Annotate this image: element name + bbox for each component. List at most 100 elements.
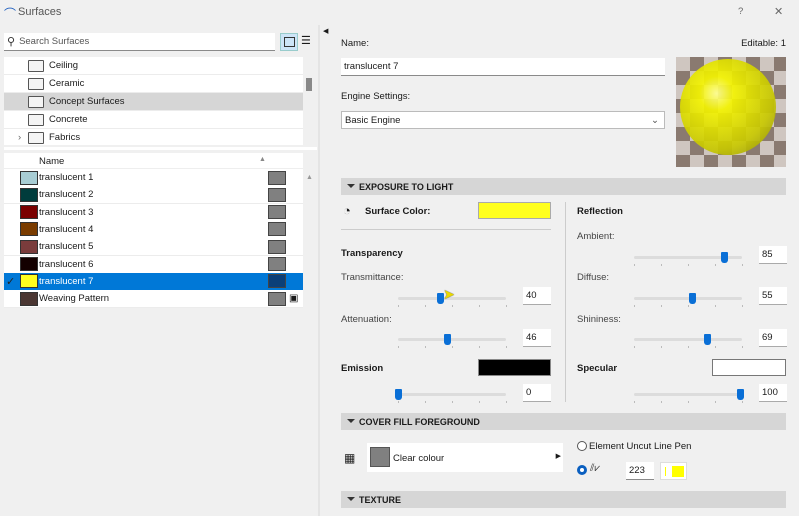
attenuation-label: Attenuation: (341, 314, 392, 325)
check-icon: ✓ (6, 275, 16, 288)
surface-color-label: Surface Color: (365, 206, 431, 217)
shininess-slider[interactable] (634, 334, 743, 350)
fill-swatch (268, 257, 286, 271)
collapse-panel-icon[interactable]: ◀ (323, 27, 328, 35)
scroll-up-icon[interactable]: ▲ (306, 174, 313, 181)
fill-swatch (268, 222, 286, 237)
hatch-pen-icon: ⫽⩗ (590, 463, 601, 474)
ambient-label: Ambient: (577, 231, 615, 242)
section-texture[interactable]: TEXTURE (341, 491, 786, 508)
folder-item-ceiling[interactable]: Ceiling (4, 57, 303, 75)
diffuse-value-input[interactable]: 55 (759, 287, 787, 305)
slider-tick (715, 264, 716, 266)
custom-pen-radio[interactable] (577, 465, 587, 475)
slider-track (398, 393, 506, 396)
table-row[interactable]: translucent 1 (4, 169, 303, 187)
value-text: 46 (526, 332, 537, 343)
tree-scrollbar-thumb[interactable] (306, 78, 312, 91)
attenuation-slider[interactable] (398, 334, 507, 350)
folder-item-ceramic[interactable]: Ceramic (4, 75, 303, 93)
emission-slider[interactable] (395, 389, 507, 405)
divider (341, 229, 551, 230)
sort-ascending-icon[interactable]: ▲ (259, 156, 266, 163)
emission-color-swatch[interactable] (478, 359, 551, 376)
table-row[interactable]: translucent 3 (4, 203, 303, 222)
column-header-name[interactable]: Name (39, 156, 64, 167)
name-input[interactable]: translucent 7 (341, 58, 665, 76)
title-bar: ⌒ Surfaces ? ✕ (0, 0, 799, 25)
value-text: 55 (762, 290, 773, 301)
table-row[interactable]: translucent 6 (4, 255, 303, 274)
chevron-down-icon: ⌄ (651, 114, 659, 126)
specular-value-input[interactable]: 100 (759, 384, 787, 402)
specular-color-swatch[interactable] (712, 359, 786, 376)
close-button[interactable]: ✕ (774, 5, 783, 18)
table-row[interactable]: Weaving Pattern ▣ (4, 290, 303, 309)
folder-icon (28, 131, 44, 144)
attenuation-value-input[interactable]: 46 (523, 329, 551, 347)
surface-color-swatch[interactable] (478, 202, 551, 219)
specular-slider[interactable] (634, 389, 744, 405)
shininess-value-input[interactable]: 69 (759, 329, 787, 347)
slider-track (634, 338, 742, 341)
slider-tick (479, 346, 480, 348)
slider-tick (688, 401, 689, 403)
folder-item-concept-surfaces[interactable]: Concept Surfaces (4, 93, 303, 111)
slider-tick (661, 264, 662, 266)
folder-item-concrete[interactable]: Concrete (4, 111, 303, 129)
specular-label: Specular (577, 363, 618, 374)
folder-item-fabrics[interactable]: › Fabrics (4, 129, 303, 145)
slider-tick (742, 401, 743, 403)
folder-view-button[interactable] (280, 33, 298, 51)
panel-divider[interactable] (318, 25, 320, 516)
slider-thumb[interactable] (689, 293, 697, 304)
expand-chevron-icon[interactable]: › (18, 132, 21, 143)
section-cover-fill-foreground[interactable]: COVER FILL FOREGROUND (341, 413, 786, 430)
slider-tick (688, 264, 689, 266)
slider-tick (742, 264, 743, 266)
slider-tick (452, 346, 453, 348)
engine-settings-select[interactable]: Basic Engine ⌄ (341, 111, 665, 129)
cover-fill-icon: ▦ (344, 451, 356, 465)
slider-tick (398, 305, 399, 307)
slider-tick (425, 346, 426, 348)
slider-tick (479, 305, 480, 307)
slider-thumb[interactable] (704, 334, 712, 345)
folder-label: Fabrics (49, 132, 81, 143)
emission-value-input[interactable]: 0 (523, 384, 551, 402)
help-button[interactable]: ? (738, 6, 743, 17)
slider-track (398, 338, 506, 341)
table-row[interactable]: translucent 5 (4, 238, 303, 257)
fill-swatch (268, 170, 286, 185)
table-row[interactable]: translucent 4 (4, 220, 303, 239)
diffuse-label: Diffuse: (577, 272, 610, 283)
section-exposure-to-light[interactable]: EXPOSURE TO LIGHT (341, 178, 786, 195)
ambient-value-input[interactable]: 85 (759, 246, 787, 264)
element-uncut-pen-radio[interactable] (577, 441, 587, 451)
splitter[interactable] (4, 147, 317, 150)
slider-tick (398, 401, 399, 403)
slider-tick (661, 346, 662, 348)
transmittance-value-input[interactable]: 40 (523, 287, 551, 305)
pen-color-button[interactable] (660, 462, 687, 480)
slider-thumb[interactable] (443, 334, 451, 345)
slider-thumb[interactable] (395, 389, 402, 400)
list-view-button[interactable]: ☰ (301, 36, 313, 47)
slider-track (634, 297, 742, 300)
slider-thumb[interactable] (721, 252, 729, 263)
search-input[interactable]: ⚲ Search Surfaces (4, 33, 275, 51)
surface-color-swatch (20, 239, 38, 254)
folder-icon (28, 59, 44, 72)
table-row[interactable]: ✓ translucent 7 (4, 272, 303, 291)
table-header: Name ▲ (4, 153, 303, 169)
diffuse-slider[interactable] (634, 293, 743, 309)
value-text: 69 (762, 332, 773, 343)
slider-thumb[interactable] (737, 389, 744, 400)
cover-fill-select[interactable]: Clear colour ▶ (367, 443, 563, 472)
surface-color-swatch (20, 205, 38, 220)
table-row[interactable]: translucent 2 (4, 186, 303, 205)
ambient-slider[interactable] (634, 252, 743, 268)
pen-number: 223 (629, 465, 645, 476)
pen-number-input[interactable]: 223 (626, 462, 654, 480)
fill-swatch (268, 274, 286, 289)
